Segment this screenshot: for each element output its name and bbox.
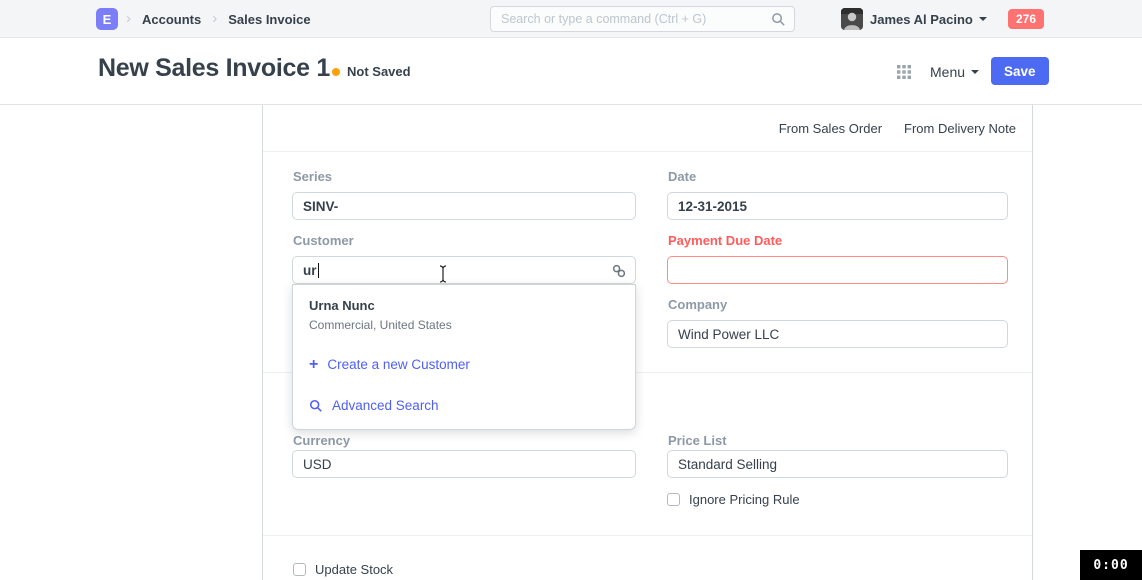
breadcrumb-chevron-icon: › xyxy=(126,10,131,27)
ignore-pricing-rule-checkbox[interactable] xyxy=(667,493,680,506)
series-input[interactable] xyxy=(292,192,636,220)
advanced-search-label: Advanced Search xyxy=(332,398,439,413)
form-toolbar: From Sales Order From Delivery Note xyxy=(263,105,1032,152)
date-input[interactable] xyxy=(667,192,1008,220)
caret-down-icon xyxy=(971,70,979,74)
notification-badge[interactable]: 276 xyxy=(1008,9,1044,29)
plus-icon: + xyxy=(309,358,318,372)
company-input[interactable] xyxy=(667,320,1008,348)
ignore-pricing-rule-checkbox-row[interactable]: Ignore Pricing Rule xyxy=(667,492,800,507)
advanced-search-option[interactable]: Advanced Search xyxy=(309,398,439,413)
app-logo[interactable]: E xyxy=(96,8,118,30)
update-stock-label: Update Stock xyxy=(315,562,393,577)
user-name: James Al Pacino xyxy=(870,12,973,27)
customer-input[interactable]: ur xyxy=(292,256,636,284)
search-icon xyxy=(309,399,323,413)
avatar-photo xyxy=(841,8,863,30)
customer-autocomplete-dropdown: Urna Nunc Commercial, United States + Cr… xyxy=(292,284,636,430)
save-button[interactable]: Save xyxy=(991,57,1049,85)
create-new-customer-option[interactable]: + Create a new Customer xyxy=(309,357,470,372)
navbar: E › Accounts › Sales Invoice James Al Pa… xyxy=(0,0,1142,38)
update-stock-checkbox[interactable] xyxy=(293,563,306,576)
page-head: New Sales Invoice 1 Not Saved Menu Save xyxy=(0,38,1142,105)
create-new-customer-label: Create a new Customer xyxy=(327,357,470,372)
page-title: New Sales Invoice 1 xyxy=(98,54,330,83)
not-saved-dot-icon xyxy=(332,68,340,76)
text-caret xyxy=(318,263,320,278)
avatar[interactable] xyxy=(841,8,863,30)
timer-overlay: 0:00 xyxy=(1080,550,1142,580)
date-label: Date xyxy=(668,169,696,184)
currency-input[interactable] xyxy=(292,450,636,478)
status-indicator: Not Saved xyxy=(332,38,411,105)
payment-due-date-input[interactable] xyxy=(667,256,1008,284)
link-icon[interactable] xyxy=(612,264,626,278)
dropdown-result-description: Commercial, United States xyxy=(309,318,452,332)
customer-typed-text: ur xyxy=(303,263,317,278)
form-panel: From Sales Order From Delivery Note Seri… xyxy=(262,105,1033,580)
dropdown-result-title[interactable]: Urna Nunc xyxy=(309,298,375,313)
breadcrumb-accounts[interactable]: Accounts xyxy=(142,12,201,27)
user-menu[interactable]: James Al Pacino xyxy=(870,0,987,38)
price-list-label: Price List xyxy=(668,433,727,448)
currency-label: Currency xyxy=(293,433,350,448)
update-stock-checkbox-row[interactable]: Update Stock xyxy=(293,562,393,577)
breadcrumb-chevron-icon: › xyxy=(212,10,217,27)
search-input[interactable] xyxy=(501,7,766,31)
payment-due-date-label: Payment Due Date xyxy=(668,233,782,248)
breadcrumb: › Accounts › Sales Invoice xyxy=(126,0,311,38)
from-delivery-note-link[interactable]: From Delivery Note xyxy=(904,121,1016,136)
price-list-input[interactable] xyxy=(667,450,1008,478)
from-sales-order-link[interactable]: From Sales Order xyxy=(779,121,882,136)
section-divider xyxy=(263,535,1032,536)
grid-icon[interactable] xyxy=(897,65,911,79)
search-icon[interactable] xyxy=(771,12,786,27)
caret-down-icon xyxy=(979,17,987,21)
company-label: Company xyxy=(668,297,727,312)
breadcrumb-sales-invoice[interactable]: Sales Invoice xyxy=(228,12,310,27)
global-search xyxy=(490,6,795,32)
ibeam-cursor xyxy=(436,264,450,284)
customer-label: Customer xyxy=(293,233,354,248)
menu-button[interactable]: Menu xyxy=(930,38,979,105)
menu-label: Menu xyxy=(930,64,965,80)
ignore-pricing-rule-label: Ignore Pricing Rule xyxy=(689,492,800,507)
status-text: Not Saved xyxy=(347,64,411,79)
series-label: Series xyxy=(293,169,332,184)
